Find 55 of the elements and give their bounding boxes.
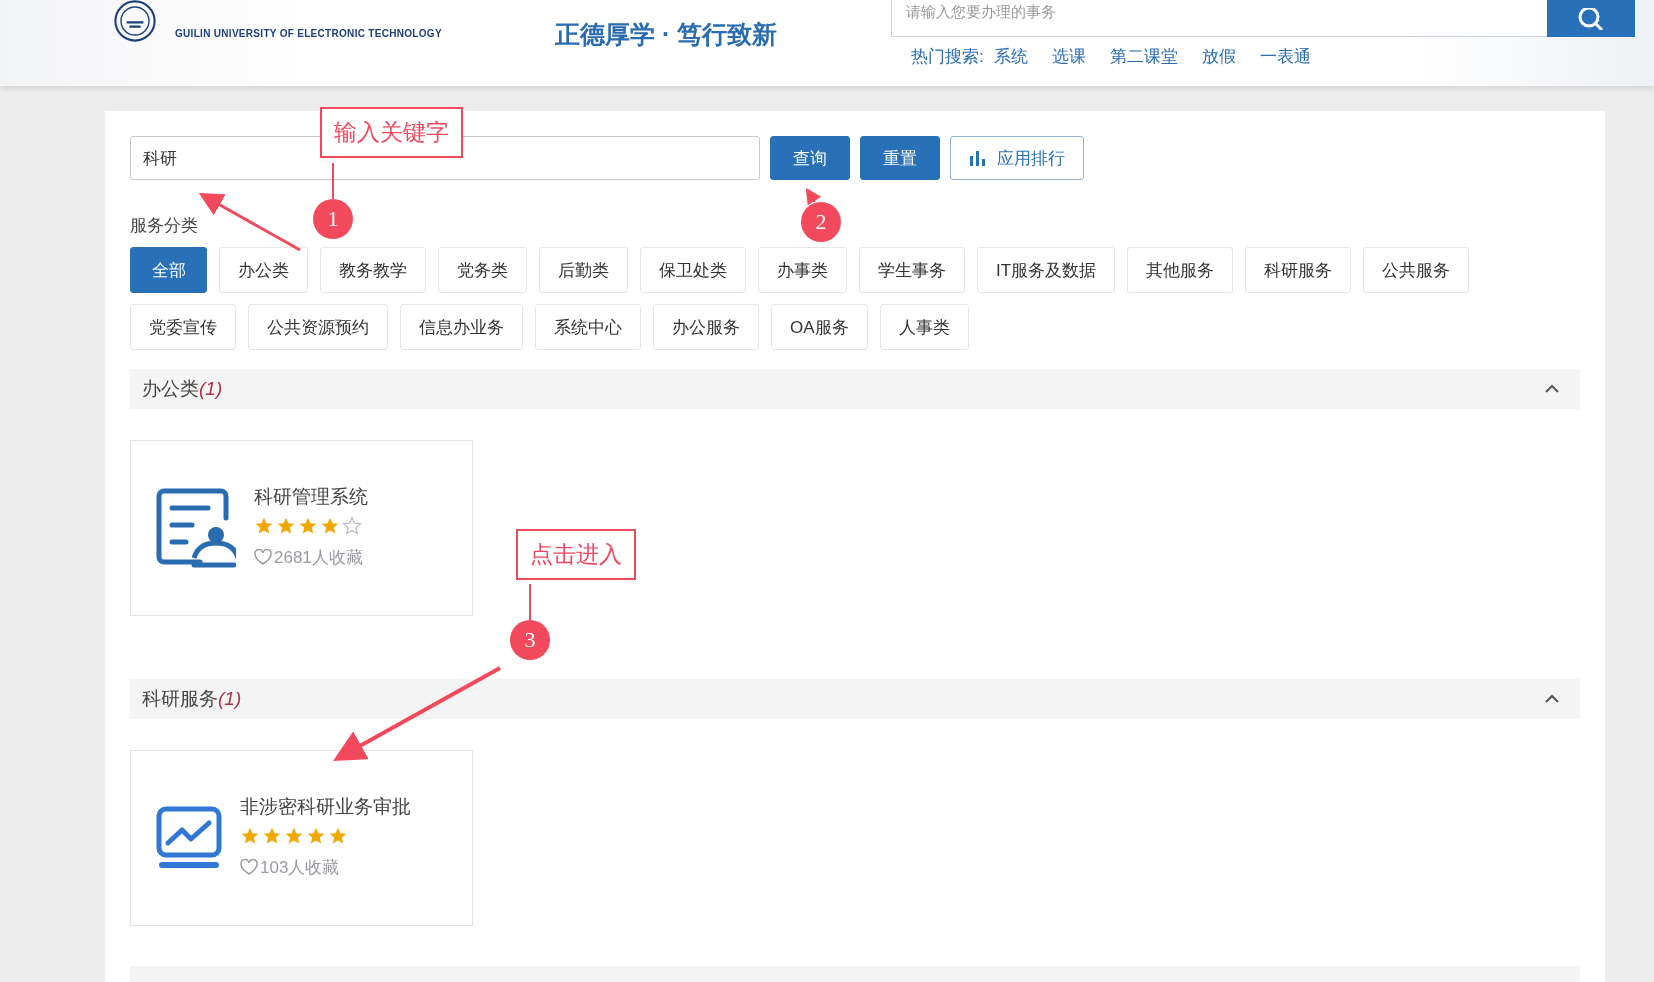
slogan: 正德厚学 · 笃行致新 <box>555 19 779 50</box>
category-tab[interactable]: 党务类 <box>438 247 527 293</box>
category-tab[interactable]: 后勤类 <box>539 247 628 293</box>
heart-icon <box>254 549 272 565</box>
category-tab[interactable]: 办公服务 <box>653 304 759 350</box>
category-tab[interactable]: 公共服务 <box>1363 247 1470 293</box>
chart-monitor-icon <box>156 806 222 870</box>
leader-line <box>529 583 531 621</box>
heart-icon <box>240 859 258 875</box>
category-tab[interactable]: OA服务 <box>771 304 868 350</box>
hot-search-label: 热门搜索: <box>911 46 984 68</box>
category-tab[interactable]: 信息办业务 <box>400 304 523 350</box>
document-reader-icon <box>156 488 236 568</box>
favorite-count: 103人收藏 <box>260 856 340 879</box>
ranking-button[interactable]: 应用排行 <box>950 136 1084 180</box>
section-title: 办公类(1) <box>142 377 223 401</box>
callout-label: 输入关键字 <box>320 107 463 158</box>
app-card[interactable]: 非涉密科研业务审批 103人收藏 <box>130 750 473 926</box>
category-tab[interactable]: 公共资源预约 <box>248 304 388 350</box>
favorite-count: 2681人收藏 <box>274 546 363 569</box>
app-card[interactable]: 科研管理系统 2681人收藏 <box>130 440 473 616</box>
site-search-field[interactable]: 请输入您要办理的事务 <box>891 0 1547 37</box>
action-button[interactable]: 查询 <box>770 136 850 180</box>
category-tab[interactable]: 人事类 <box>879 304 969 350</box>
action-button[interactable]: 重置 <box>860 136 940 180</box>
leader-line <box>332 162 334 200</box>
hot-search-link[interactable]: 第二课堂 <box>1109 45 1178 68</box>
section-title: 科研服务(1) <box>142 687 242 711</box>
hot-search-link[interactable]: 系统 <box>993 45 1028 68</box>
app-name: 科研管理系统 <box>254 484 368 509</box>
category-tab[interactable]: 科研服务 <box>1245 247 1352 293</box>
hot-search-link[interactable]: 选课 <box>1051 45 1086 68</box>
empty-star-icon <box>342 515 362 536</box>
hot-search-link[interactable]: 放假 <box>1201 45 1236 68</box>
bar-chart-icon <box>969 150 987 166</box>
section-header[interactable]: 科研服务(1) <box>130 679 1580 719</box>
category-tab[interactable]: 教务教学 <box>320 247 426 293</box>
pointer-arrow <box>805 187 822 206</box>
category-tab[interactable]: 办公类 <box>219 247 308 293</box>
category-tab[interactable]: 党委宣传 <box>130 304 236 350</box>
section-header[interactable]: 办公类(1) <box>130 369 1580 409</box>
search-icon <box>1577 7 1605 30</box>
university-name: GUILIN UNIVERSITY OF ELECTRONIC TECHNOLOGY <box>175 28 442 39</box>
app-name: 非涉密科研业务审批 <box>240 794 411 819</box>
category-tab[interactable]: 全部 <box>130 247 207 293</box>
category-tab[interactable]: IT服务及数据 <box>977 247 1116 293</box>
category-tab[interactable]: 系统中心 <box>535 304 641 350</box>
category-label: 服务分类 <box>130 215 198 237</box>
category-tab[interactable]: 办事类 <box>758 247 847 293</box>
category-tab[interactable]: 学生事务 <box>859 247 965 293</box>
search-button[interactable] <box>1547 0 1635 37</box>
callout-label: 点击进入 <box>516 529 636 580</box>
category-tab[interactable]: 其他服务 <box>1127 247 1234 293</box>
category-tab[interactable]: 保卫处类 <box>640 247 746 293</box>
hot-search-link[interactable]: 一表通 <box>1259 45 1311 68</box>
